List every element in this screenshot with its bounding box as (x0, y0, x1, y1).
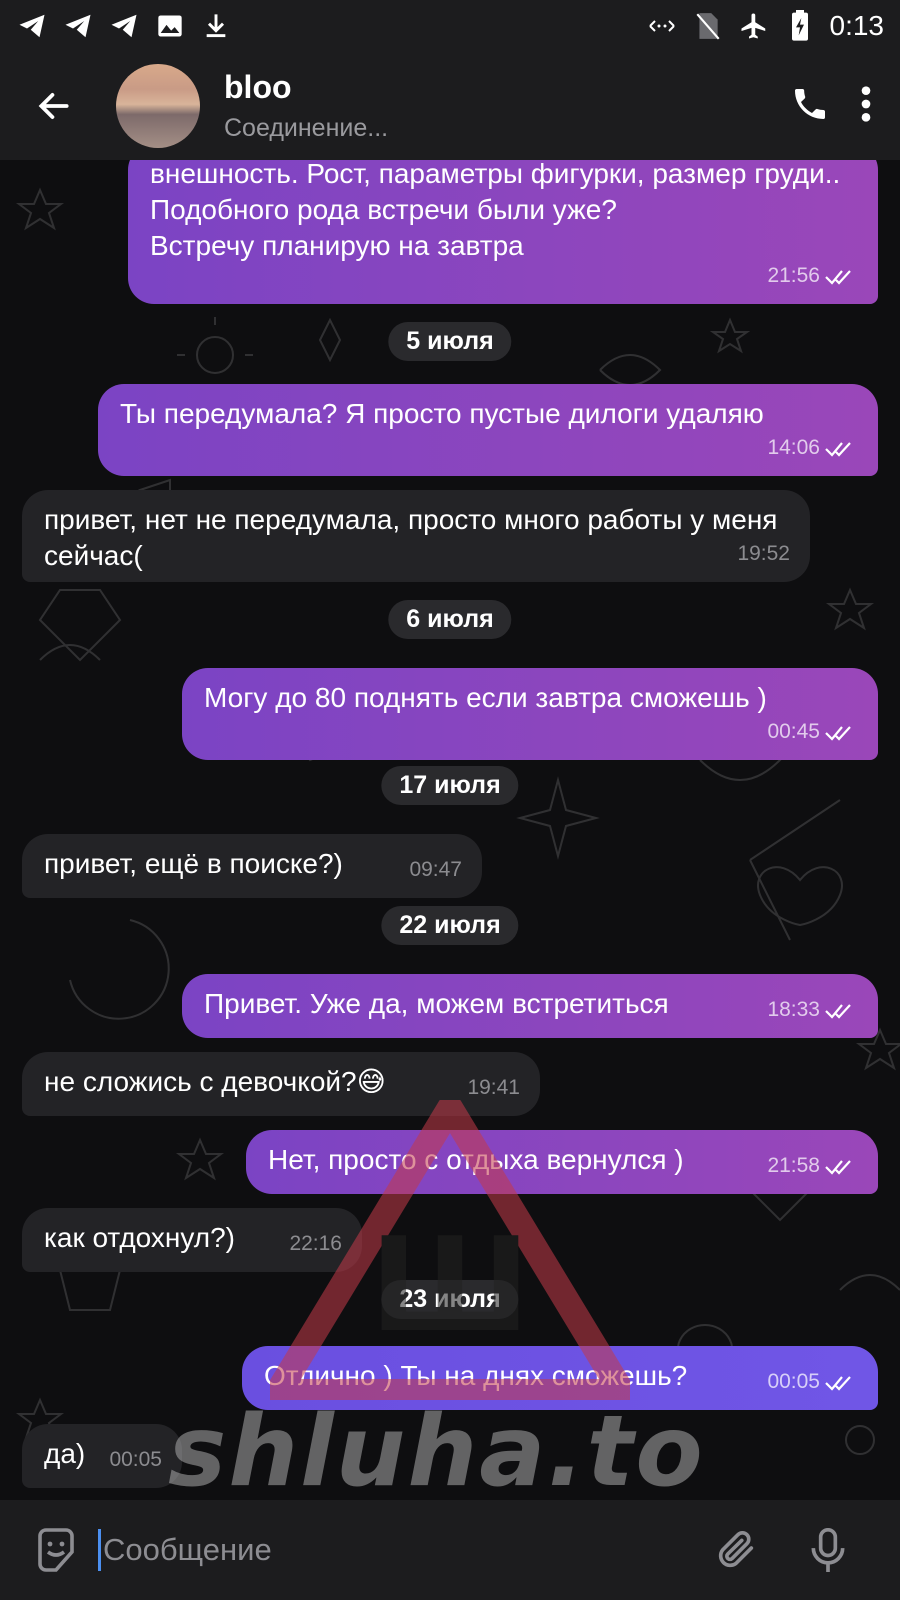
double-check-icon (825, 726, 851, 741)
message-outgoing[interactable]: Привет. Уже да, можем встретиться 18:33 (182, 974, 878, 1038)
date-separator: 22 июля (381, 906, 519, 945)
message-outgoing[interactable]: внешность. Рост, параметры фигурки, разм… (128, 160, 878, 304)
message-time: 19:52 (737, 542, 790, 565)
double-check-icon (825, 1004, 851, 1019)
message-text: Привет. Уже да, можем встретиться (204, 988, 669, 1019)
message-outgoing[interactable]: Могу до 80 поднять если завтра сможешь )… (182, 668, 878, 760)
date-separator: 17 июля (381, 766, 519, 805)
message-outgoing[interactable]: Ты передумала? Я просто пустые дилоги уд… (98, 384, 878, 476)
sticker-smile-icon (38, 1528, 74, 1572)
chat-title: bloo (224, 69, 292, 105)
more-options-button[interactable] (860, 84, 872, 129)
message-input-placeholder: Сообщение (103, 1532, 272, 1567)
message-time: 00:05 (109, 1448, 162, 1471)
watermark-logo: Ш (270, 1100, 630, 1400)
message-time: 00:05 (767, 1364, 858, 1400)
message-time: 21:56 (767, 258, 858, 294)
message-text: не сложись с девочкой?😅 (44, 1066, 386, 1097)
chat-header: bloo Соединение... (0, 52, 900, 160)
message-time: 14:06 (767, 430, 858, 466)
double-check-icon (825, 270, 851, 285)
message-time: 00:45 (767, 714, 858, 750)
double-check-icon (825, 1160, 851, 1175)
message-text: привет, нет не передумала, просто много … (44, 504, 778, 571)
call-button[interactable] (790, 84, 830, 129)
data-arrows-icon (646, 10, 678, 42)
message-incoming[interactable]: да) 00:05 (22, 1424, 182, 1488)
image-icon (154, 10, 186, 42)
telegram-icon (62, 10, 94, 42)
no-sim-icon (692, 10, 724, 42)
message-time: 09:47 (409, 858, 462, 881)
back-button[interactable] (22, 74, 86, 138)
message-time: 21:58 (767, 1148, 858, 1184)
more-vertical-icon (861, 85, 871, 122)
battery-charging-icon (784, 10, 816, 42)
microphone-icon (811, 1528, 845, 1572)
airplane-icon (738, 10, 770, 42)
avatar[interactable] (116, 64, 200, 148)
message-text: Ты передумала? Я просто пустые дилоги уд… (120, 398, 764, 429)
watermark-letter: Ш (370, 1209, 531, 1361)
chat-title-block[interactable]: bloo Соединение... (224, 69, 388, 143)
text-caret (98, 1529, 101, 1571)
message-incoming[interactable]: привет, нет не передумала, просто много … (22, 490, 810, 582)
attach-button[interactable] (708, 1522, 764, 1578)
phone-icon (795, 88, 825, 119)
compose-bar: Сообщение (0, 1500, 900, 1600)
telegram-icon (108, 10, 140, 42)
double-check-icon (825, 442, 851, 457)
chat-status: Соединение... (224, 114, 389, 142)
emoji-button[interactable] (28, 1522, 84, 1578)
status-time: 0:13 (829, 10, 885, 41)
status-bar: 0:13 (0, 0, 900, 52)
paperclip-icon (718, 1531, 754, 1568)
message-time: 18:33 (767, 992, 858, 1028)
message-input[interactable]: Сообщение (98, 1520, 658, 1580)
download-icon (200, 10, 232, 42)
date-separator: 5 июля (388, 322, 512, 361)
voice-record-button[interactable] (800, 1522, 856, 1578)
message-text: внешность. Рост, параметры фигурки, разм… (150, 160, 841, 261)
arrow-back-icon (38, 93, 69, 119)
double-check-icon (825, 1376, 851, 1391)
message-text: Могу до 80 поднять если завтра сможешь ) (204, 682, 767, 713)
message-incoming[interactable]: привет, ещё в поиске?) 09:47 (22, 834, 482, 898)
date-separator: 6 июля (388, 600, 512, 639)
message-text: привет, ещё в поиске?) (44, 848, 343, 879)
telegram-icon (16, 10, 48, 42)
watermark-text: shluha.to (168, 1395, 705, 1509)
